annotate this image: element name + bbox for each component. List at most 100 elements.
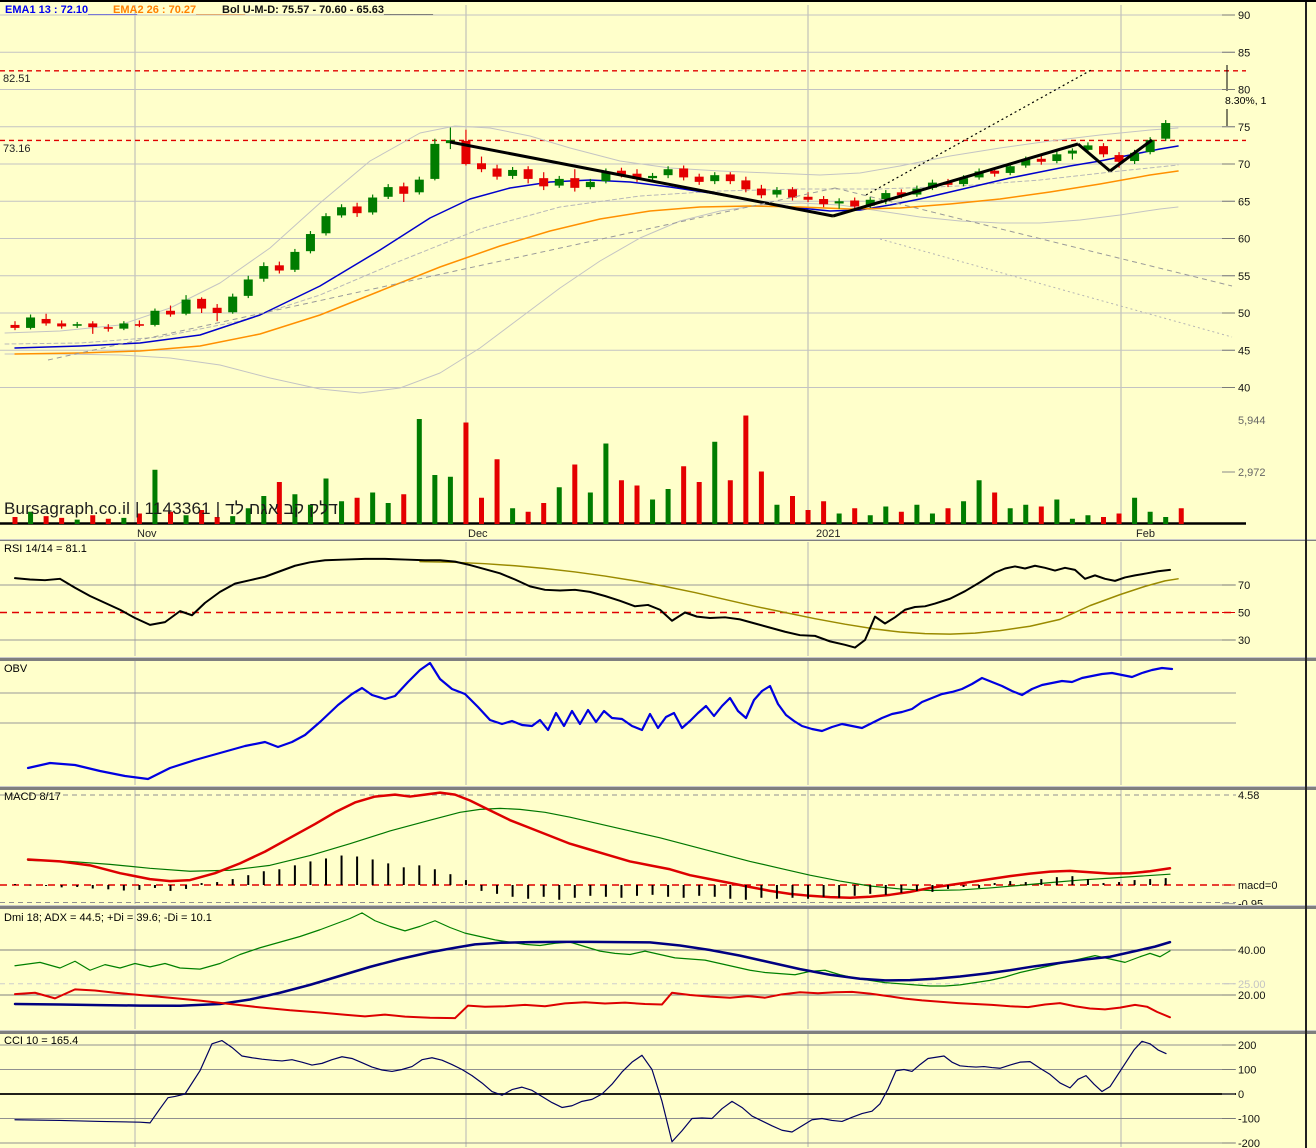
volume-bar: [898, 511, 904, 524]
candle-body: [477, 163, 486, 170]
macd-histogram-bar: [1164, 878, 1167, 885]
macd-histogram-bar: [122, 885, 125, 891]
candle-body: [72, 324, 82, 326]
macd-histogram-bar: [604, 885, 607, 897]
channel-dashed-line: [879, 238, 1233, 338]
chart-canvas[interactable]: 90858075706560555045405,9442,9727050304.…: [0, 2, 1316, 1148]
macd-histogram-bar: [1071, 876, 1074, 885]
macd-histogram-bar: [1133, 880, 1136, 885]
macd-histogram-bar: [325, 858, 327, 885]
candle-body: [990, 170, 1000, 174]
rsi-average-line: [419, 560, 1179, 635]
trendline-descending: [449, 140, 834, 218]
candle-body: [1067, 150, 1077, 154]
macd-histogram-bar: [480, 885, 483, 891]
volume-bar: [1116, 513, 1122, 524]
panel-separator[interactable]: [0, 539, 1316, 541]
macd-histogram-bar: [915, 885, 918, 891]
axis-tick-label: 25.00: [1238, 979, 1266, 991]
volume-bar: [883, 506, 889, 524]
obv-panel-label: OBV: [4, 663, 28, 675]
volume-bar: [1147, 511, 1153, 524]
panel-separator[interactable]: [0, 1030, 1316, 1034]
watermark: Bursagraph.co.il | 1143361 | דלק קב אגח …: [4, 499, 339, 518]
candle-body: [523, 169, 533, 179]
macd-histogram-bar: [744, 885, 747, 900]
volume-bar: [758, 471, 764, 524]
volume-bar: [852, 508, 858, 524]
macd-histogram-bar: [698, 885, 701, 896]
cci-line: [14, 1039, 1167, 1143]
axis-tick-label: 85: [1238, 47, 1250, 59]
candle-body: [259, 266, 269, 279]
candle-body: [554, 178, 564, 186]
candle-body: [1052, 154, 1062, 162]
panel-separator[interactable]: [0, 905, 1316, 909]
volume-bar: [681, 466, 687, 524]
macd-histogram-bar: [262, 871, 265, 885]
axis-tick-label: 4.58: [1238, 790, 1259, 802]
volume-bar: [727, 480, 733, 524]
candle-body: [1036, 158, 1046, 162]
axis-tick-label: 50: [1238, 608, 1250, 620]
volume-bar: [992, 492, 998, 524]
volume-bar: [914, 504, 920, 524]
volume-bar: [1069, 518, 1075, 524]
axis-tick-label: 2,972: [1238, 467, 1266, 479]
volume-bar: [603, 443, 609, 524]
candle-body: [803, 196, 813, 200]
ema1-line: [14, 145, 1179, 349]
macd-panel-label: MACD 8/17: [4, 791, 61, 803]
volume-bar: [821, 501, 827, 524]
candle-body: [228, 296, 238, 313]
macd-histogram-bar: [76, 885, 79, 887]
candle-body: [26, 317, 36, 328]
macd-histogram-bar: [853, 885, 856, 896]
candle-body: [850, 200, 860, 207]
volume-bar: [74, 519, 80, 524]
cci-panel-label: CCI 10 = 165.4: [4, 1035, 79, 1047]
panel-separator[interactable]: [0, 657, 1316, 661]
candle-body: [88, 323, 98, 328]
candle-body: [492, 168, 502, 177]
macd-histogram-bar: [931, 885, 934, 892]
macd-histogram-bar: [838, 885, 841, 898]
dmi-panel-label: Dmi 18; ADX = 44.5; +Di = 39.6; -Di = 10…: [4, 912, 212, 924]
volume-bar: [541, 503, 547, 524]
macd-histogram-bar: [760, 885, 763, 898]
macd-histogram-bar: [713, 885, 716, 897]
macd-histogram-bar: [869, 885, 872, 894]
candle-body: [710, 175, 720, 182]
volume-bar: [416, 419, 422, 524]
macd-histogram-bar: [884, 885, 887, 895]
candle-body: [414, 179, 424, 193]
volume-bar: [385, 503, 391, 524]
volume-bar: [929, 513, 935, 524]
candle-body: [819, 199, 829, 205]
volume-bar: [354, 497, 360, 524]
candle-body: [539, 178, 549, 187]
panel-separator[interactable]: [0, 786, 1316, 790]
macd-histogram-bar: [589, 885, 592, 896]
macd-histogram-bar: [978, 885, 981, 888]
axis-tick-label: -200: [1238, 1138, 1260, 1148]
candle-body: [41, 318, 51, 324]
candle-body: [57, 323, 67, 327]
volume-bar: [634, 485, 640, 524]
volume-bar: [1085, 515, 1091, 524]
macd-histogram-bar: [449, 874, 452, 885]
axis-tick-label: 20.00: [1238, 990, 1266, 1002]
candle-body: [570, 178, 580, 188]
candle-body: [166, 310, 175, 315]
macd-histogram-bar: [402, 867, 405, 885]
volume-bar: [774, 504, 780, 524]
candle-body: [274, 265, 284, 271]
macd-histogram-bar: [60, 885, 63, 888]
volume-bar: [556, 487, 562, 524]
macd-histogram-bar: [1024, 882, 1027, 885]
macd-histogram-bar: [558, 885, 561, 900]
macd-histogram-bar: [200, 883, 203, 885]
candle-body: [134, 324, 144, 326]
macd-histogram-bar: [1009, 881, 1012, 885]
candle-body: [368, 197, 378, 213]
